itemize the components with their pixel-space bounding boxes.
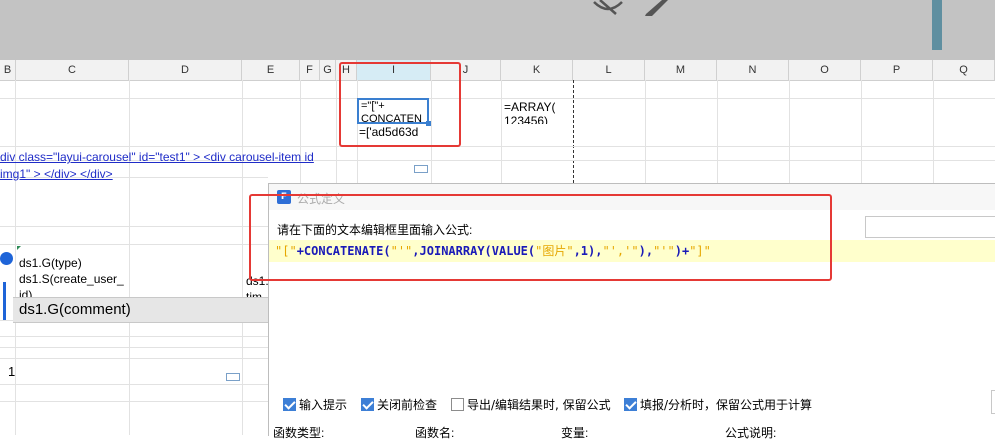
eye-slash-icon[interactable] (592, 0, 624, 16)
grid-line (0, 401, 268, 402)
html-text-line2[interactable]: img1" > </div> </div> (0, 167, 113, 181)
grid-line (0, 146, 995, 147)
variable-label: 变量: (561, 426, 589, 440)
cell-expand-button[interactable] (414, 165, 428, 173)
grid-line (717, 80, 718, 183)
grid-line (645, 80, 646, 183)
col-header-n[interactable]: N (717, 60, 789, 80)
checkbox-label: 填报/分析时，保留公式用于计算 (640, 398, 813, 412)
toolbar-scroll-accent (932, 0, 942, 50)
cell-corner-mark (17, 246, 21, 250)
col-header-m[interactable]: M (645, 60, 717, 80)
cell-ds-create-user[interactable]: ds1.S(create_user_ (19, 272, 124, 286)
checkbox-box[interactable] (283, 398, 296, 411)
col-header-o[interactable]: O (789, 60, 861, 80)
pencil-icon[interactable] (640, 0, 670, 16)
checkbox-label: 输入提示 (299, 398, 348, 412)
cell-expand-button[interactable] (226, 373, 240, 381)
col-header-c[interactable]: C (16, 60, 129, 80)
html-text-line1[interactable]: div class="layui-carousel" id="test1" > … (0, 150, 314, 164)
cell-ds-comment: ds1.G(comment) (19, 301, 131, 318)
cell-ds-type[interactable]: ds1.G(type) (19, 256, 82, 270)
page-break-line (573, 80, 575, 183)
cell-k-formula-line2: 123456) (504, 114, 549, 124)
col-header-p[interactable]: P (861, 60, 933, 80)
col-header-l[interactable]: L (573, 60, 645, 80)
grid-line (0, 98, 995, 99)
grid-line (501, 80, 502, 183)
grid-line (242, 80, 243, 435)
grid-line (129, 80, 130, 435)
grid-line (789, 80, 790, 183)
grid-line (0, 336, 268, 337)
search-input[interactable] (865, 216, 995, 238)
annotation-box-formula (249, 194, 832, 281)
checkbox-box[interactable] (624, 398, 637, 411)
grid-line (861, 80, 862, 183)
col-header-f[interactable]: F (300, 60, 320, 80)
checkbox-box[interactable] (361, 398, 374, 411)
row-number: 1 (8, 364, 16, 379)
col-header-q[interactable]: Q (933, 60, 995, 80)
col-header-g[interactable]: G (320, 60, 336, 80)
grid-line (933, 80, 934, 183)
bar-marker-icon (3, 282, 6, 320)
col-header-b[interactable]: B (0, 60, 16, 80)
toolbar (0, 0, 995, 61)
checkbox-keep-formula-export[interactable]: 导出/编辑结果时, 保留公式 (451, 397, 611, 413)
col-header-k[interactable]: K (501, 60, 573, 80)
cell-ds-create-user-cont: id) (19, 288, 33, 297)
dialog-side-button[interactable] (991, 390, 995, 414)
col-header-d[interactable]: D (129, 60, 242, 80)
col-header-e[interactable]: E (242, 60, 300, 80)
checkbox-keep-formula-fill[interactable]: 填报/分析时，保留公式用于计算 (624, 397, 812, 413)
grid-line (0, 384, 268, 385)
cell-k-formula[interactable]: =ARRAY( (504, 100, 555, 114)
grid-line (0, 226, 268, 227)
chart-marker-icon (0, 252, 13, 265)
tooltip-cell-comment: ds1.G(comment) (13, 297, 268, 323)
description-label: 公式说明: (725, 426, 777, 440)
grid-line (0, 244, 268, 245)
checkbox-box[interactable] (451, 398, 464, 411)
grid-line (15, 80, 16, 435)
func-name-label: 函数名: (415, 426, 455, 440)
func-type-label: 函数类型: (273, 426, 325, 440)
grid-line (0, 358, 268, 359)
annotation-box-cell (339, 62, 461, 147)
grid-line (0, 347, 268, 348)
checkbox-input-hint[interactable]: 输入提示 (283, 397, 347, 413)
checkbox-check-before-close[interactable]: 关闭前检查 (361, 397, 437, 413)
checkbox-label: 关闭前检查 (377, 398, 438, 412)
column-header-bar: B C D E F G H I J K L M N O P Q (0, 60, 995, 81)
checkbox-label: 导出/编辑结果时, 保留公式 (467, 398, 611, 412)
